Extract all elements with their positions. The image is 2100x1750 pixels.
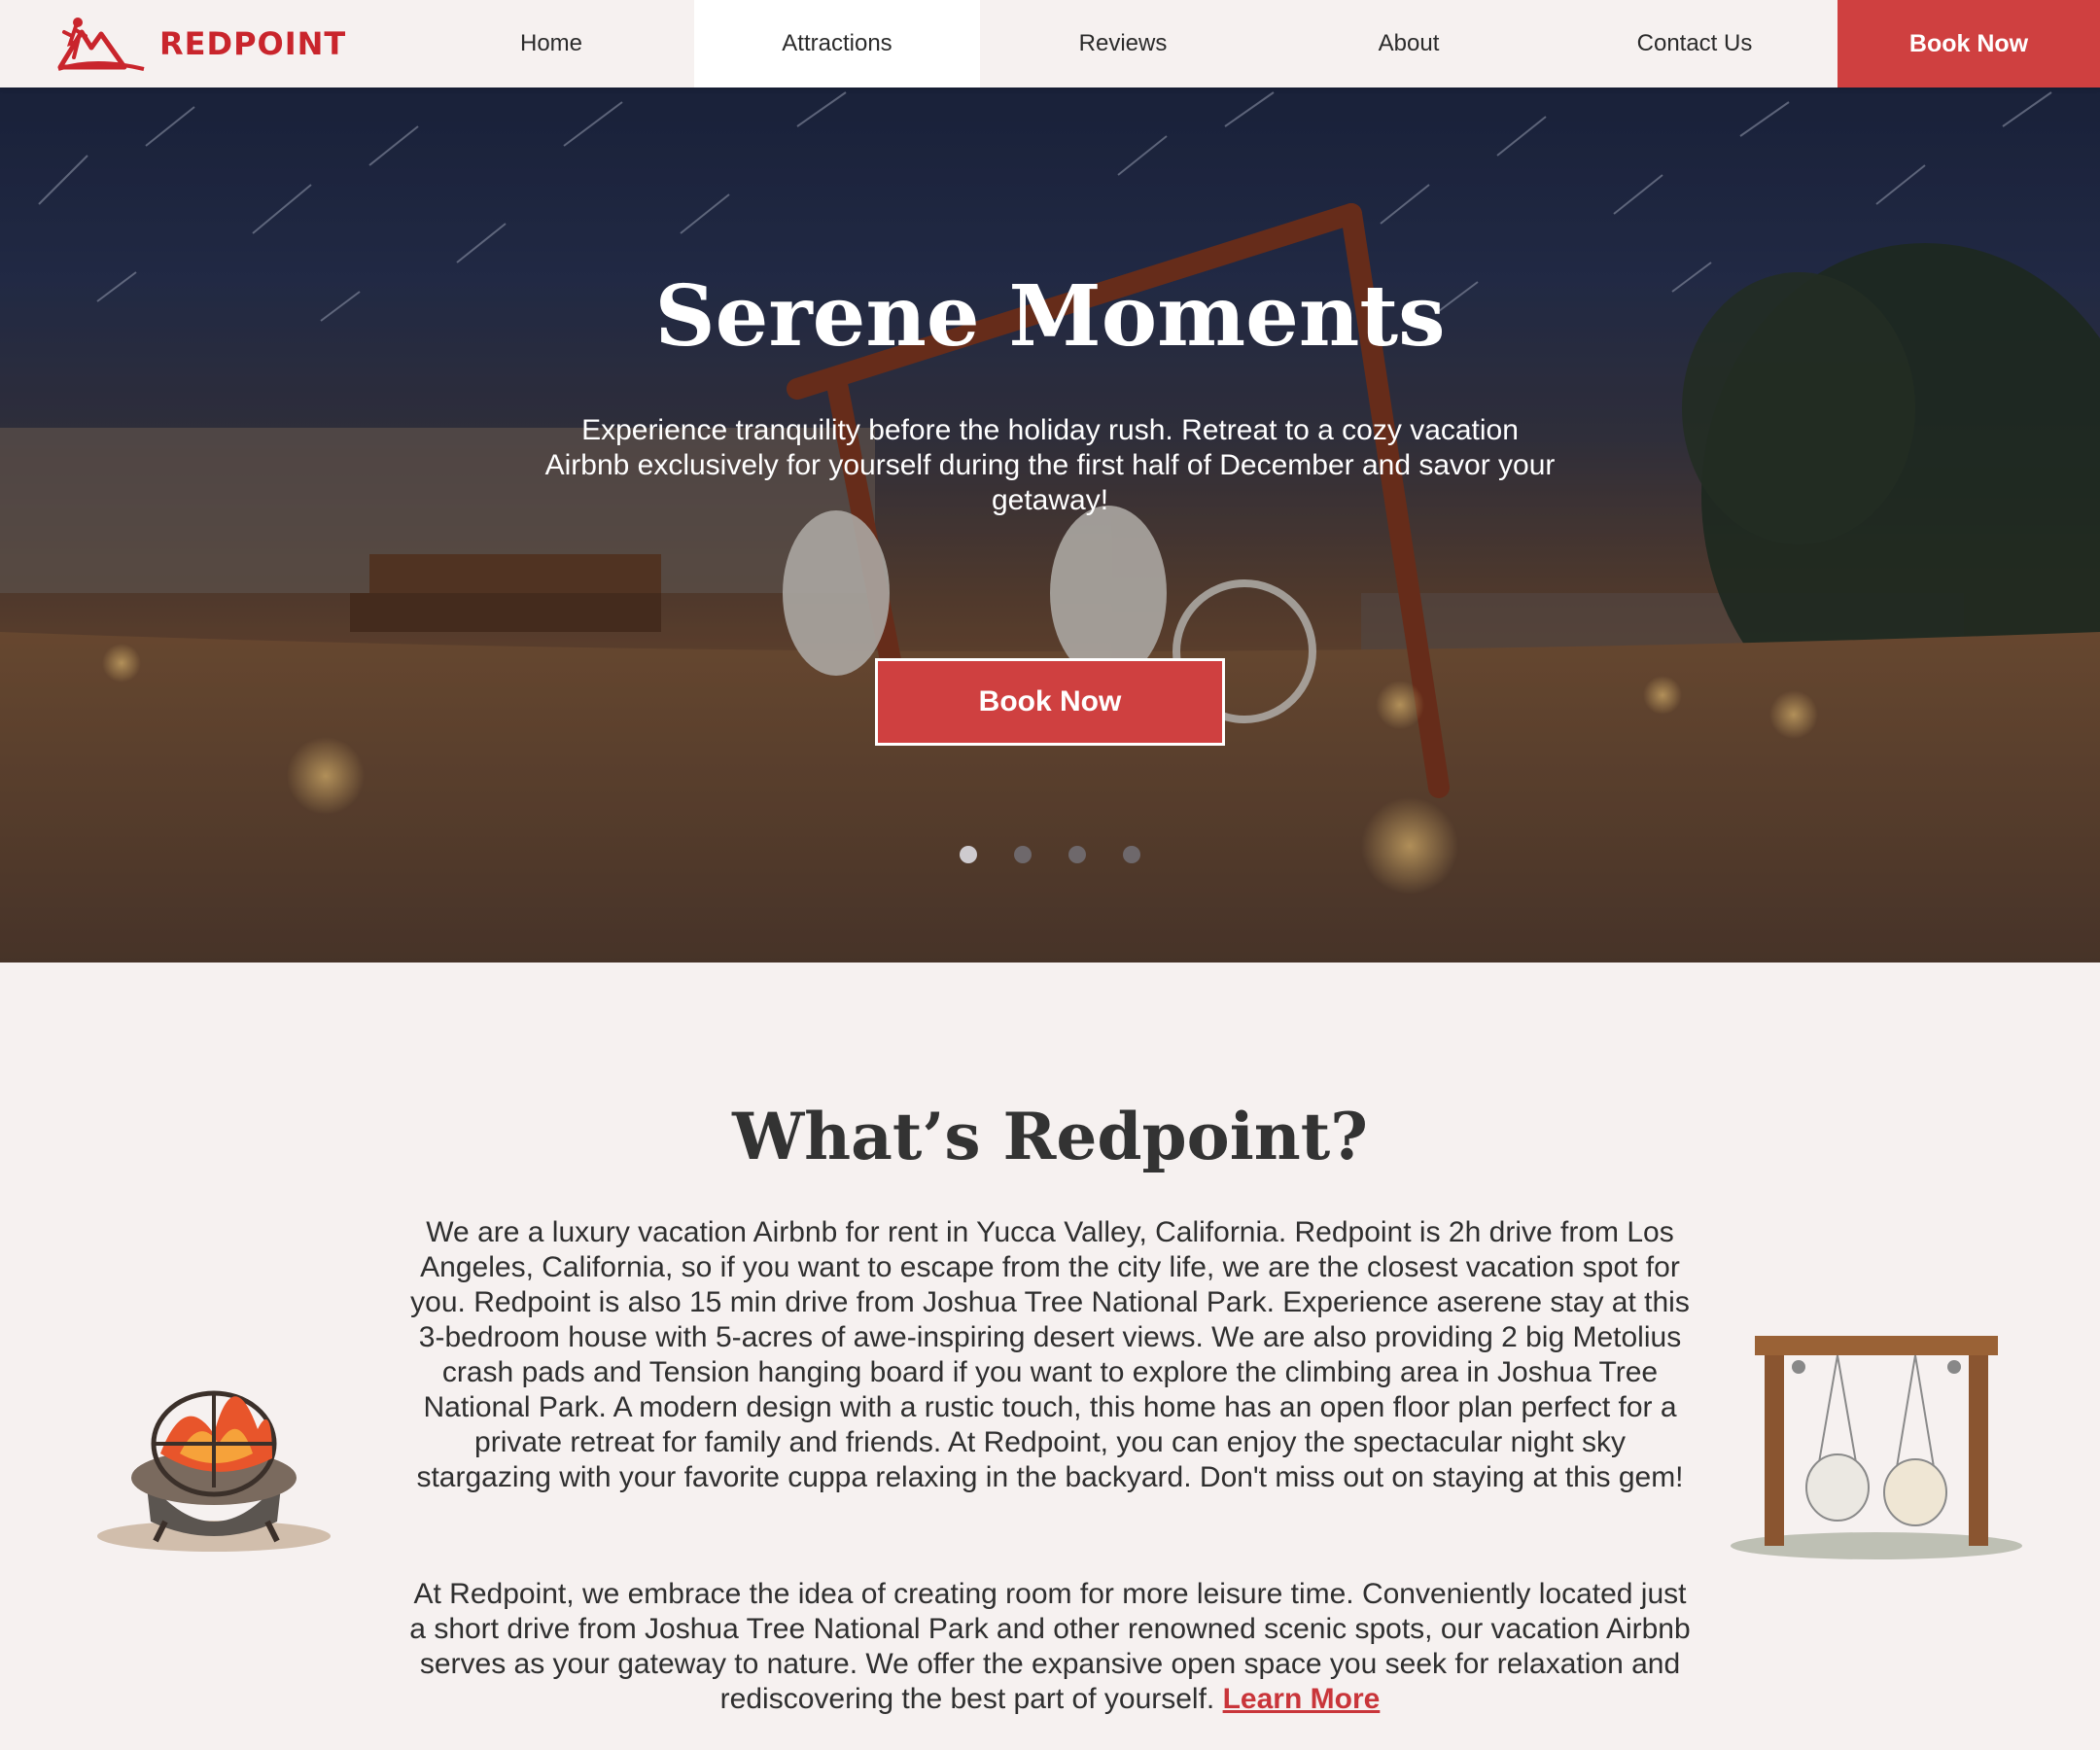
mountain-climber-logo-icon — [57, 18, 145, 71]
nav-attractions[interactable]: Attractions — [694, 0, 980, 88]
slide-indicators — [960, 846, 1140, 863]
about-paragraph-1: We are a luxury vacation Airbnb for rent… — [410, 1216, 1690, 1493]
nav-reviews[interactable]: Reviews — [980, 0, 1266, 88]
hero-slideshow: Serene Moments Experience tranquility be… — [0, 88, 2100, 962]
nav-book-now-button[interactable]: Book Now — [1838, 0, 2100, 88]
slide-dot-2[interactable] — [1014, 846, 1032, 863]
hero-title: Serene Moments — [654, 267, 1446, 366]
hero-dim-overlay — [0, 88, 2100, 962]
brand-logo[interactable]: REDPOINT — [0, 0, 408, 88]
hero-book-now-button[interactable]: Book Now — [875, 658, 1225, 746]
hammock-swing-icon — [1731, 1336, 2022, 1559]
about-title: What’s Redpoint? — [732, 1099, 1368, 1174]
hero-subtitle: Experience tranquility before the holida… — [544, 414, 1556, 516]
nav-contact-us[interactable]: Contact Us — [1552, 0, 1838, 88]
about-paragraph-2: At Redpoint, we embrace the idea of crea… — [408, 1577, 1692, 1717]
learn-more-link[interactable]: Learn More — [1223, 1683, 1381, 1715]
brand-name: REDPOINT — [159, 25, 347, 62]
top-navigation: REDPOINT Home Attractions Reviews About … — [0, 0, 2100, 88]
slide-dot-3[interactable] — [1068, 846, 1086, 863]
nav-home[interactable]: Home — [408, 0, 694, 88]
about-paragraph-2-text: At Redpoint, we embrace the idea of crea… — [409, 1578, 1691, 1715]
nav-about[interactable]: About — [1266, 0, 1552, 88]
slide-dot-4[interactable] — [1123, 846, 1140, 863]
fire-pit-icon — [97, 1390, 331, 1552]
slide-dot-1[interactable] — [960, 846, 977, 863]
